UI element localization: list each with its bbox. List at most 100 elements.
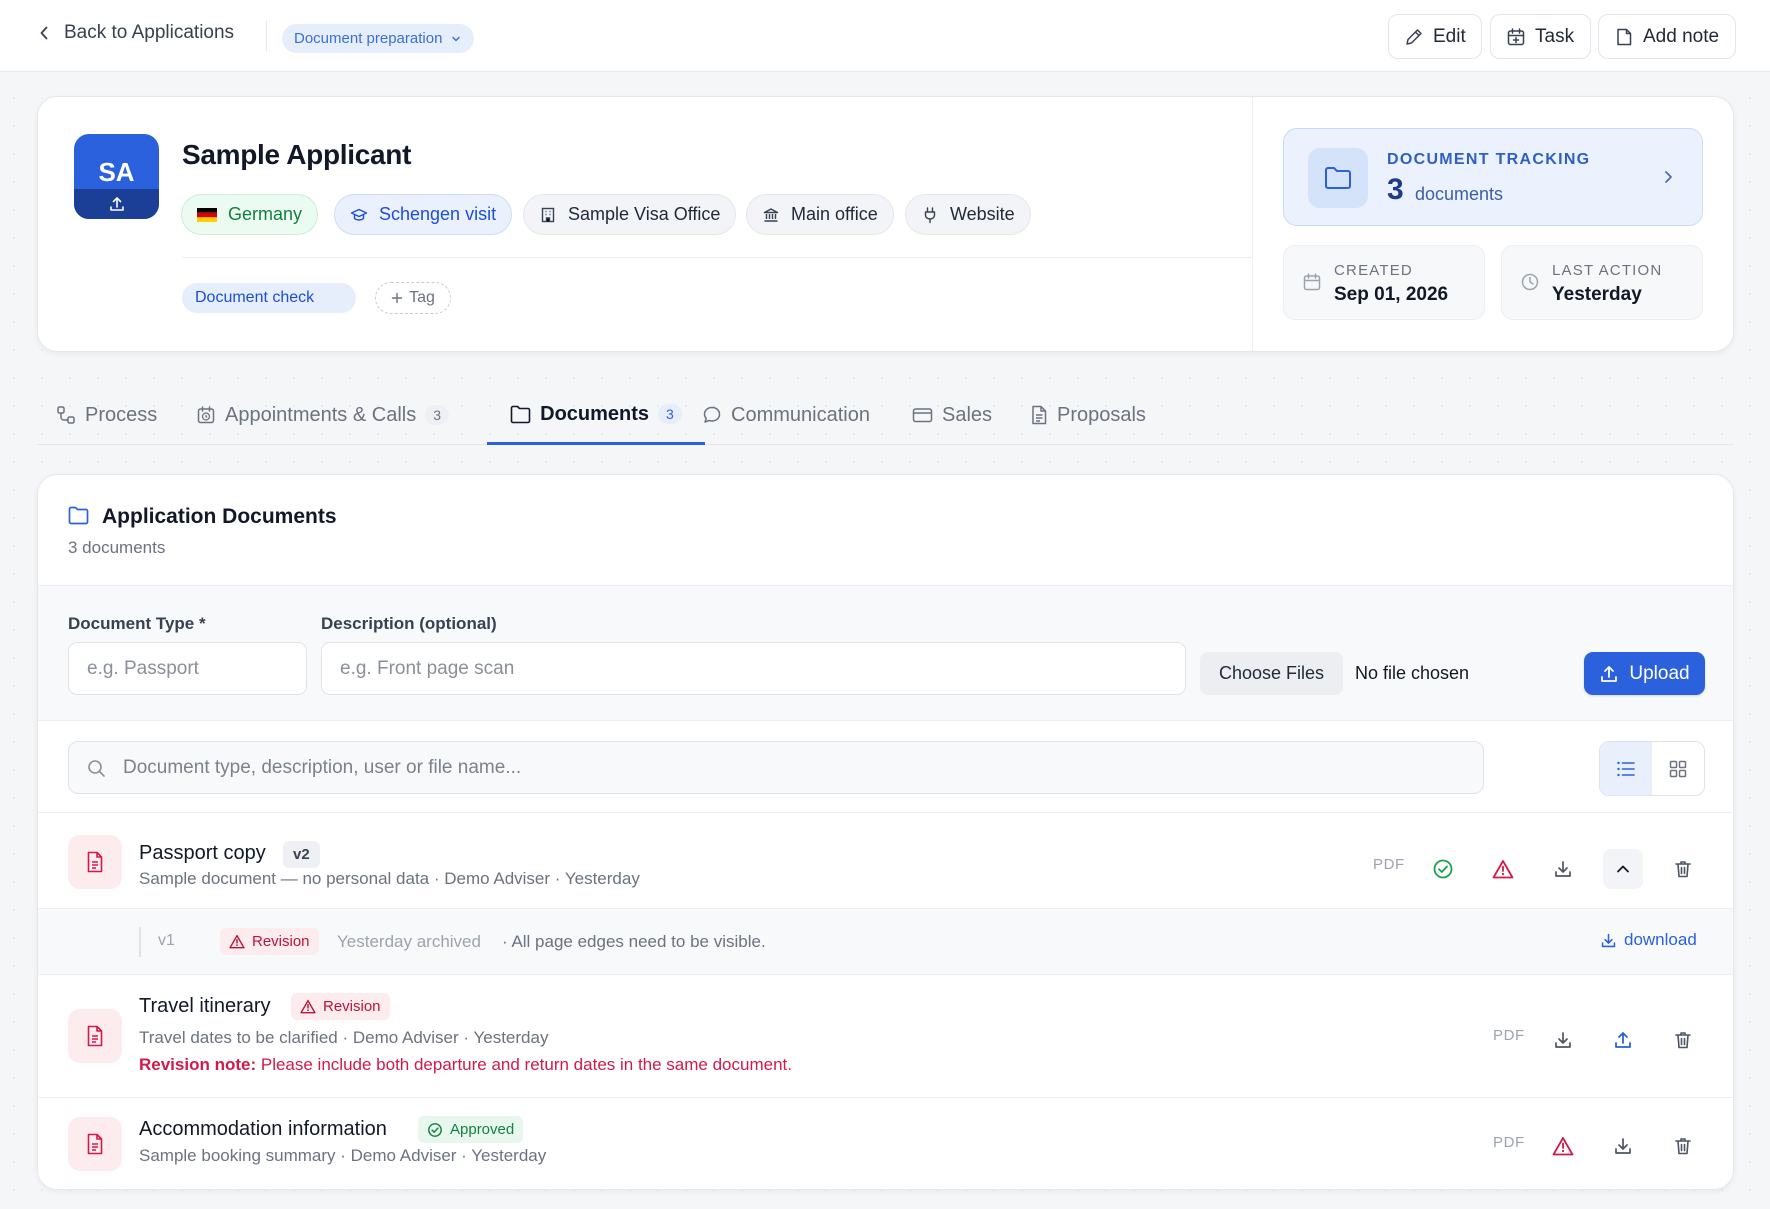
add-tag-label: Tag xyxy=(409,289,435,306)
document-search[interactable] xyxy=(68,741,1484,794)
tab-appointments-label: Appointments & Calls xyxy=(225,403,417,426)
delete-button[interactable] xyxy=(1663,1126,1703,1166)
warning-triangle-icon xyxy=(1492,859,1514,879)
divider xyxy=(1252,97,1253,351)
document-meta: Travel dates to be clarified · Demo Advi… xyxy=(139,1028,549,1047)
avatar[interactable]: SA xyxy=(74,134,159,219)
search-input[interactable] xyxy=(123,742,1473,793)
download-button[interactable] xyxy=(1543,1020,1583,1060)
revision-label: Revision xyxy=(252,933,310,950)
chevron-up-icon xyxy=(1615,863,1631,875)
back-to-applications-link[interactable]: Back to Applications xyxy=(38,22,234,44)
document-name: Accommodation information xyxy=(139,1118,387,1140)
tab-sales[interactable]: Sales xyxy=(907,386,997,444)
tab-documents[interactable]: Documents 3 xyxy=(487,386,705,445)
no-file-chosen-text: No file chosen xyxy=(1355,663,1470,683)
description-label: Description (optional) xyxy=(321,614,497,633)
source-chip[interactable]: Website xyxy=(905,194,1031,235)
choose-files-button[interactable]: Choose Files xyxy=(1200,652,1343,695)
chevron-left-icon xyxy=(38,25,50,41)
document-row[interactable]: Travel itinerary Revision Travel dates t… xyxy=(38,975,1733,1098)
note-icon xyxy=(1614,27,1634,47)
avatar-upload-strip[interactable] xyxy=(74,189,159,219)
last-action-info: LAST ACTION Yesterday xyxy=(1501,245,1703,320)
download-button[interactable] xyxy=(1603,1126,1643,1166)
reupload-button[interactable] xyxy=(1603,1020,1643,1060)
collapse-versions-button[interactable] xyxy=(1603,849,1643,889)
download-icon xyxy=(1553,1030,1573,1050)
warning-triangle-icon xyxy=(1552,1136,1574,1156)
add-note-label: Add note xyxy=(1643,25,1720,47)
task-label: Task xyxy=(1535,25,1575,47)
created-value: Sep 01, 2026 xyxy=(1334,284,1449,305)
document-type-input[interactable] xyxy=(68,642,307,695)
process-icon xyxy=(56,405,76,425)
branch-label: Main office xyxy=(791,204,878,224)
request-revision-button[interactable] xyxy=(1543,1126,1583,1166)
view-toggle xyxy=(1599,741,1705,796)
tab-communication[interactable]: Communication xyxy=(697,386,875,444)
download-link[interactable]: download xyxy=(1600,930,1697,950)
tab-communication-label: Communication xyxy=(731,403,870,426)
document-tracking-card[interactable]: DOCUMENT TRACKING 3 documents xyxy=(1283,128,1703,226)
last-action-label: LAST ACTION xyxy=(1552,262,1663,279)
tab-proposals[interactable]: Proposals xyxy=(1025,386,1151,444)
pencil-icon xyxy=(1404,27,1424,47)
tab-proposals-label: Proposals xyxy=(1057,403,1146,426)
check-circle-icon xyxy=(1432,858,1454,880)
tab-appointments[interactable]: Appointments & Calls 3 xyxy=(191,386,454,444)
calendar-clock-icon xyxy=(196,405,216,425)
grid-view-button[interactable] xyxy=(1652,742,1704,795)
bank-icon xyxy=(762,206,780,224)
file-type-label: PDF xyxy=(1493,1134,1525,1151)
warning-triangle-icon xyxy=(229,934,245,949)
version-history-row: v1 Revision Yesterday archived · All pag… xyxy=(38,909,1733,975)
branch-chip[interactable]: Main office xyxy=(746,194,894,235)
graduation-cap-icon xyxy=(350,206,368,224)
edit-label: Edit xyxy=(1433,25,1466,47)
pdf-file-icon xyxy=(68,1117,122,1171)
list-view-button[interactable] xyxy=(1600,742,1652,795)
status-dropdown[interactable]: Document preparation xyxy=(282,24,475,53)
divider xyxy=(182,257,1253,258)
tag-document-check[interactable]: Document check xyxy=(182,283,356,313)
country-chip[interactable]: Germany xyxy=(181,194,319,235)
document-name: Passport copy xyxy=(139,842,266,864)
search-icon xyxy=(87,759,106,778)
list-icon xyxy=(1616,760,1636,778)
tab-sales-label: Sales xyxy=(942,403,993,426)
visa-office-chip[interactable]: Sample Visa Office xyxy=(523,194,737,235)
approve-button[interactable] xyxy=(1423,849,1463,889)
calendar-plus-icon xyxy=(1506,27,1526,47)
edit-button[interactable]: Edit xyxy=(1388,14,1482,59)
visa-type-chip[interactable]: Schengen visit xyxy=(334,194,513,235)
task-button[interactable]: Task xyxy=(1490,14,1591,59)
download-button[interactable] xyxy=(1543,849,1583,889)
request-revision-button[interactable] xyxy=(1483,849,1523,889)
upload-icon xyxy=(108,195,126,213)
add-note-button[interactable]: Add note xyxy=(1598,14,1736,59)
plug-icon xyxy=(921,206,939,224)
tracking-title: DOCUMENT TRACKING xyxy=(1387,151,1591,168)
applicant-header-card: SA Sample Applicant Germany Schengen vis… xyxy=(37,96,1734,352)
upload-icon xyxy=(1613,1030,1633,1050)
approved-label: Approved xyxy=(450,1121,515,1138)
download-icon xyxy=(1600,932,1617,949)
upload-icon xyxy=(1599,664,1619,684)
upload-button[interactable]: Upload xyxy=(1584,652,1705,695)
warning-triangle-icon xyxy=(300,999,316,1014)
delete-button[interactable] xyxy=(1663,1020,1703,1060)
avatar-initials: SA xyxy=(98,157,135,187)
search-row xyxy=(38,721,1733,813)
document-type-label: Document Type * xyxy=(68,614,206,633)
description-input[interactable] xyxy=(321,642,1186,695)
document-row[interactable]: Accommodation information Approved Sampl… xyxy=(38,1098,1733,1189)
calendar-icon xyxy=(1302,272,1322,292)
trash-icon xyxy=(1673,859,1693,879)
delete-button[interactable] xyxy=(1663,849,1703,889)
document-name: Travel itinerary xyxy=(139,995,271,1017)
document-row[interactable]: Passport copy v2 Sample document — no pe… xyxy=(38,813,1733,909)
tab-process[interactable]: Process xyxy=(51,386,162,444)
add-tag-button[interactable]: Tag xyxy=(375,282,451,314)
country-label: Germany xyxy=(228,204,303,224)
